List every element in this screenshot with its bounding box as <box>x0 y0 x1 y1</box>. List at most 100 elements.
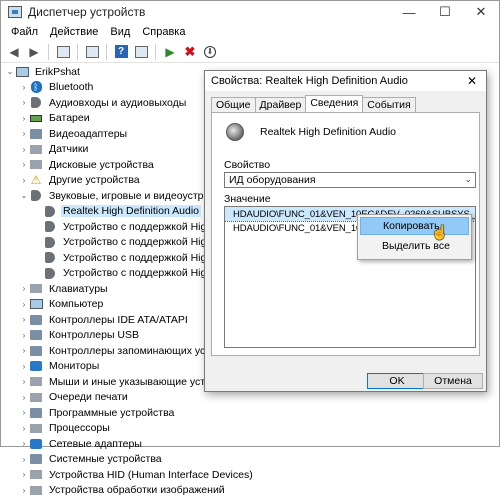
chevron-down-icon: ⌄ <box>464 174 472 185</box>
device-name: Realtek High Definition Audio <box>260 126 396 138</box>
menu-action[interactable]: Действие <box>44 26 104 38</box>
tree-item-label: Процессоры <box>47 422 112 434</box>
chevron-right-icon[interactable]: › <box>19 362 29 371</box>
chevron-right-icon[interactable]: › <box>19 176 29 185</box>
tree-item[interactable]: › Устройства обработки изображений <box>1 483 500 498</box>
toolbar-separator <box>106 44 107 60</box>
chevron-right-icon[interactable]: › <box>19 315 29 324</box>
forward-button[interactable]: ▶ <box>25 43 43 61</box>
help-icon: ? <box>115 45 128 58</box>
title-bar: Диспетчер устройств — ☐ ✕ <box>1 1 499 23</box>
menu-help[interactable]: Справка <box>136 26 191 38</box>
chevron-right-icon[interactable]: › <box>19 377 29 386</box>
tab-driver[interactable]: Драйвер <box>255 97 307 112</box>
chevron-right-icon[interactable]: › <box>19 470 29 479</box>
properties-icon <box>86 46 99 58</box>
tree-item[interactable]: › Программные устройства <box>1 405 500 421</box>
chevron-right-icon[interactable]: › <box>19 145 29 154</box>
tree-item-label: Контроллеры USB <box>47 329 141 341</box>
disk-icon <box>29 159 43 171</box>
display-adapter-icon <box>29 128 43 140</box>
system-device-icon <box>29 453 43 465</box>
tree-item-label: Системные устройства <box>47 453 164 465</box>
tree-item-label: Видеоадаптеры <box>47 128 129 140</box>
minimize-button[interactable]: — <box>391 1 427 23</box>
speaker-icon <box>43 267 57 279</box>
tree-item[interactable]: › Процессоры <box>1 421 500 437</box>
chevron-right-icon[interactable]: › <box>19 408 29 417</box>
chevron-right-icon[interactable]: › <box>19 486 29 495</box>
context-menu: Копировать Выделить все <box>357 214 472 260</box>
chevron-right-icon[interactable]: › <box>19 284 29 293</box>
print-queue-icon <box>29 391 43 403</box>
dialog-close-button[interactable]: ✕ <box>458 71 486 91</box>
select-all-menu-item[interactable]: Выделить все <box>360 237 469 255</box>
toolbar-separator <box>48 44 49 60</box>
toolbar: ◀ ▶ ? ▶ ✖ ⬇ <box>1 41 499 63</box>
uninstall-device-button[interactable]: ✖ <box>181 43 199 61</box>
dialog-tabs: Общие Драйвер Сведения События <box>211 97 415 113</box>
hid-icon <box>29 469 43 481</box>
tree-item-label: Контроллеры IDE ATA/ATAPI <box>47 314 190 326</box>
usb-icon <box>29 329 43 341</box>
ok-button[interactable]: OK <box>367 373 427 389</box>
other-devices-icon: ⚠ <box>29 174 43 186</box>
chevron-right-icon[interactable]: › <box>19 160 29 169</box>
menu-view[interactable]: Вид <box>104 26 136 38</box>
cancel-button[interactable]: Отмена <box>423 373 483 389</box>
chevron-right-icon[interactable]: › <box>19 331 29 340</box>
properties-button[interactable] <box>83 43 101 61</box>
network-adapter-icon <box>29 438 43 450</box>
enable-device-button[interactable]: ▶ <box>161 43 179 61</box>
window-title: Диспетчер устройств <box>28 5 145 19</box>
sensor-icon <box>29 143 43 155</box>
chevron-right-icon[interactable]: › <box>19 393 29 402</box>
speaker-icon <box>43 236 57 248</box>
property-select-value: ИД оборудования <box>229 174 316 186</box>
speaker-icon <box>226 123 244 141</box>
help-button[interactable]: ? <box>112 43 130 61</box>
mouse-cursor-icon: ☝ <box>431 224 448 241</box>
tree-item[interactable]: › Устройства HID (Human Interface Device… <box>1 467 500 483</box>
close-button[interactable]: ✕ <box>463 1 499 23</box>
menu-bar: Файл Действие Вид Справка <box>1 23 499 41</box>
tree-item-label: Bluetooth <box>47 81 95 93</box>
property-select[interactable]: ИД оборудования ⌄ <box>224 172 476 188</box>
tree-item-label: Другие устройства <box>47 174 142 186</box>
tree-item-label: Сетевые адаптеры <box>47 438 144 450</box>
tree-item-label: Датчики <box>47 143 90 155</box>
maximize-button[interactable]: ☐ <box>427 1 463 23</box>
update-driver-button[interactable]: ⬇ <box>201 43 219 61</box>
chevron-right-icon[interactable]: › <box>19 424 29 433</box>
chevron-down-icon[interactable]: ⌄ <box>5 67 15 76</box>
chevron-right-icon[interactable]: › <box>19 455 29 464</box>
tree-item[interactable]: › Системные устройства <box>1 452 500 468</box>
tree-root-label: ErikPshat <box>33 66 82 78</box>
tree-item-label: Компьютер <box>47 298 105 310</box>
ide-controller-icon <box>29 314 43 326</box>
chevron-right-icon[interactable]: › <box>19 98 29 107</box>
back-button[interactable]: ◀ <box>5 43 23 61</box>
tree-item-label: Мониторы <box>47 360 101 372</box>
tab-details[interactable]: Сведения <box>305 95 363 112</box>
tree-item-label: Клавиатуры <box>47 283 110 295</box>
chevron-right-icon[interactable]: › <box>19 129 29 138</box>
tree-item-label: Realtek High Definition Audio <box>61 205 201 217</box>
show-hide-console-tree-button[interactable] <box>54 43 72 61</box>
computer-icon <box>29 298 43 310</box>
tree-item-label: Аудиовходы и аудиовыходы <box>47 97 188 109</box>
tree-item[interactable]: › Сетевые адаптеры <box>1 436 500 452</box>
chevron-down-icon[interactable]: ⌄ <box>19 191 29 200</box>
chevron-right-icon[interactable]: › <box>19 83 29 92</box>
chevron-right-icon[interactable]: › <box>19 114 29 123</box>
chevron-right-icon[interactable]: › <box>19 346 29 355</box>
tree-item-label: Очереди печати <box>47 391 130 403</box>
property-label: Свойство <box>224 159 270 171</box>
tab-general[interactable]: Общие <box>211 97 256 112</box>
scan-hardware-button[interactable] <box>132 43 150 61</box>
tab-events[interactable]: События <box>362 97 415 112</box>
copy-menu-item[interactable]: Копировать <box>360 217 469 235</box>
processor-icon <box>29 422 43 434</box>
chevron-right-icon[interactable]: › <box>19 300 29 309</box>
menu-file[interactable]: Файл <box>5 26 44 38</box>
